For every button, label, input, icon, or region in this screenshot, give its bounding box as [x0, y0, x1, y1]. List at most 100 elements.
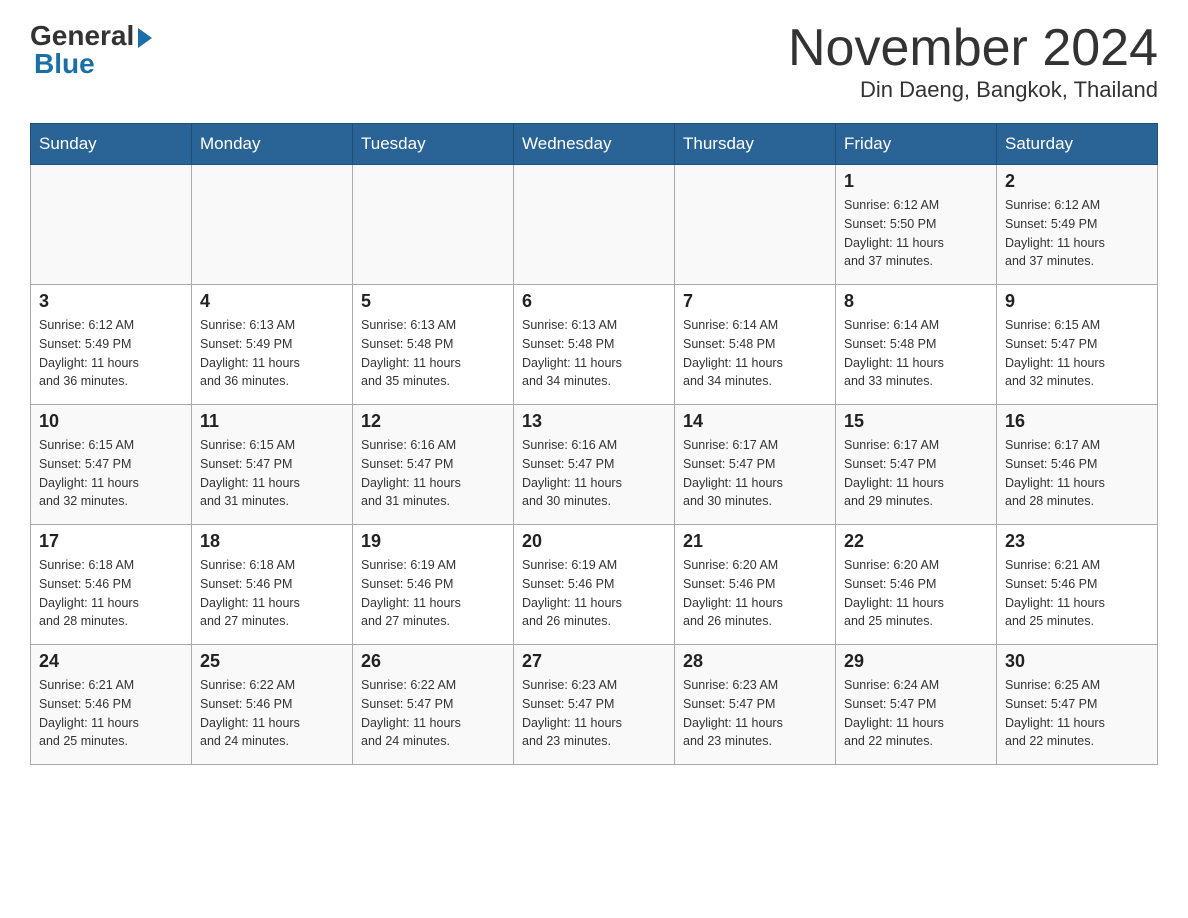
calendar-cell: 10Sunrise: 6:15 AMSunset: 5:47 PMDayligh…: [31, 405, 192, 525]
day-info: Sunrise: 6:18 AMSunset: 5:46 PMDaylight:…: [39, 556, 183, 631]
weekday-header-saturday: Saturday: [997, 124, 1158, 165]
day-info: Sunrise: 6:13 AMSunset: 5:48 PMDaylight:…: [361, 316, 505, 391]
day-info: Sunrise: 6:24 AMSunset: 5:47 PMDaylight:…: [844, 676, 988, 751]
day-number: 16: [1005, 411, 1149, 432]
day-info: Sunrise: 6:22 AMSunset: 5:46 PMDaylight:…: [200, 676, 344, 751]
day-info: Sunrise: 6:12 AMSunset: 5:49 PMDaylight:…: [39, 316, 183, 391]
page-header: General Blue November 2024 Din Daeng, Ba…: [30, 20, 1158, 103]
day-number: 21: [683, 531, 827, 552]
day-info: Sunrise: 6:23 AMSunset: 5:47 PMDaylight:…: [683, 676, 827, 751]
day-number: 28: [683, 651, 827, 672]
day-number: 27: [522, 651, 666, 672]
day-number: 3: [39, 291, 183, 312]
day-number: 18: [200, 531, 344, 552]
weekday-header-thursday: Thursday: [675, 124, 836, 165]
title-block: November 2024 Din Daeng, Bangkok, Thaila…: [788, 20, 1158, 103]
calendar-cell: 1 Sunrise: 6:12 AMSunset: 5:50 PMDaylight…: [836, 165, 997, 285]
calendar-cell: 19 Sunrise: 6:19 AMSunset: 5:46 PMDayligh…: [353, 525, 514, 645]
calendar-week-3: 10Sunrise: 6:15 AMSunset: 5:47 PMDayligh…: [31, 405, 1158, 525]
day-info: Sunrise: 6:22 AMSunset: 5:47 PMDaylight:…: [361, 676, 505, 751]
day-info: Sunrise: 6:15 AMSunset: 5:47 PMDaylight:…: [39, 436, 183, 511]
day-info: Sunrise: 6:20 AMSunset: 5:46 PMDaylight:…: [683, 556, 827, 631]
day-info: Sunrise: 6:25 AMSunset: 5:47 PMDaylight:…: [1005, 676, 1149, 751]
day-number: 5: [361, 291, 505, 312]
calendar-cell: 27 Sunrise: 6:23 AMSunset: 5:47 PMDayligh…: [514, 645, 675, 765]
day-number: 1: [844, 171, 988, 192]
day-info: Sunrise: 6:12 AMSunset: 5:50 PMDaylight:…: [844, 196, 988, 271]
calendar-cell: 22 Sunrise: 6:20 AMSunset: 5:46 PMDayligh…: [836, 525, 997, 645]
calendar-cell: 18 Sunrise: 6:18 AMSunset: 5:46 PMDayligh…: [192, 525, 353, 645]
logo-arrow-icon: [138, 28, 152, 48]
weekday-header-sunday: Sunday: [31, 124, 192, 165]
day-info: Sunrise: 6:14 AMSunset: 5:48 PMDaylight:…: [844, 316, 988, 391]
day-number: 2: [1005, 171, 1149, 192]
calendar-cell: 23 Sunrise: 6:21 AMSunset: 5:46 PMDayligh…: [997, 525, 1158, 645]
day-number: 30: [1005, 651, 1149, 672]
calendar-cell: [31, 165, 192, 285]
calendar-cell: [353, 165, 514, 285]
calendar-cell: 5 Sunrise: 6:13 AMSunset: 5:48 PMDaylight…: [353, 285, 514, 405]
day-info: Sunrise: 6:15 AMSunset: 5:47 PMDaylight:…: [1005, 316, 1149, 391]
calendar-table: SundayMondayTuesdayWednesdayThursdayFrid…: [30, 123, 1158, 765]
logo: General Blue: [30, 20, 152, 80]
location-subtitle: Din Daeng, Bangkok, Thailand: [788, 77, 1158, 103]
day-number: 20: [522, 531, 666, 552]
calendar-cell: [192, 165, 353, 285]
calendar-cell: 13 Sunrise: 6:16 AMSunset: 5:47 PMDayligh…: [514, 405, 675, 525]
day-info: Sunrise: 6:21 AMSunset: 5:46 PMDaylight:…: [1005, 556, 1149, 631]
day-number: 24: [39, 651, 183, 672]
day-number: 13: [522, 411, 666, 432]
day-info: Sunrise: 6:18 AMSunset: 5:46 PMDaylight:…: [200, 556, 344, 631]
calendar-cell: 11Sunrise: 6:15 AMSunset: 5:47 PMDayligh…: [192, 405, 353, 525]
calendar-cell: 30 Sunrise: 6:25 AMSunset: 5:47 PMDayligh…: [997, 645, 1158, 765]
day-info: Sunrise: 6:14 AMSunset: 5:48 PMDaylight:…: [683, 316, 827, 391]
day-number: 23: [1005, 531, 1149, 552]
calendar-cell: 21 Sunrise: 6:20 AMSunset: 5:46 PMDayligh…: [675, 525, 836, 645]
calendar-cell: 4 Sunrise: 6:13 AMSunset: 5:49 PMDaylight…: [192, 285, 353, 405]
day-info: Sunrise: 6:17 AMSunset: 5:47 PMDaylight:…: [844, 436, 988, 511]
day-info: Sunrise: 6:20 AMSunset: 5:46 PMDaylight:…: [844, 556, 988, 631]
calendar-cell: 3 Sunrise: 6:12 AMSunset: 5:49 PMDaylight…: [31, 285, 192, 405]
day-info: Sunrise: 6:13 AMSunset: 5:48 PMDaylight:…: [522, 316, 666, 391]
calendar-cell: 2Sunrise: 6:12 AMSunset: 5:49 PMDaylight…: [997, 165, 1158, 285]
calendar-cell: 28 Sunrise: 6:23 AMSunset: 5:47 PMDayligh…: [675, 645, 836, 765]
day-number: 29: [844, 651, 988, 672]
day-number: 14: [683, 411, 827, 432]
calendar-cell: 17 Sunrise: 6:18 AMSunset: 5:46 PMDayligh…: [31, 525, 192, 645]
weekday-header-wednesday: Wednesday: [514, 124, 675, 165]
day-number: 17: [39, 531, 183, 552]
day-info: Sunrise: 6:15 AMSunset: 5:47 PMDaylight:…: [200, 436, 344, 511]
month-title: November 2024: [788, 20, 1158, 77]
calendar-week-2: 3 Sunrise: 6:12 AMSunset: 5:49 PMDaylight…: [31, 285, 1158, 405]
day-number: 4: [200, 291, 344, 312]
logo-blue-text: Blue: [30, 48, 95, 80]
calendar-week-1: 1 Sunrise: 6:12 AMSunset: 5:50 PMDaylight…: [31, 165, 1158, 285]
day-info: Sunrise: 6:23 AMSunset: 5:47 PMDaylight:…: [522, 676, 666, 751]
day-info: Sunrise: 6:19 AMSunset: 5:46 PMDaylight:…: [361, 556, 505, 631]
day-number: 22: [844, 531, 988, 552]
day-info: Sunrise: 6:16 AMSunset: 5:47 PMDaylight:…: [361, 436, 505, 511]
day-info: Sunrise: 6:13 AMSunset: 5:49 PMDaylight:…: [200, 316, 344, 391]
calendar-week-4: 17 Sunrise: 6:18 AMSunset: 5:46 PMDayligh…: [31, 525, 1158, 645]
calendar-cell: 14Sunrise: 6:17 AMSunset: 5:47 PMDayligh…: [675, 405, 836, 525]
day-number: 7: [683, 291, 827, 312]
day-number: 19: [361, 531, 505, 552]
day-number: 25: [200, 651, 344, 672]
calendar-cell: 8 Sunrise: 6:14 AMSunset: 5:48 PMDaylight…: [836, 285, 997, 405]
weekday-header-monday: Monday: [192, 124, 353, 165]
calendar-cell: [514, 165, 675, 285]
weekday-header-row: SundayMondayTuesdayWednesdayThursdayFrid…: [31, 124, 1158, 165]
day-info: Sunrise: 6:19 AMSunset: 5:46 PMDaylight:…: [522, 556, 666, 631]
weekday-header-tuesday: Tuesday: [353, 124, 514, 165]
day-number: 15: [844, 411, 988, 432]
calendar-cell: 6Sunrise: 6:13 AMSunset: 5:48 PMDaylight…: [514, 285, 675, 405]
weekday-header-friday: Friday: [836, 124, 997, 165]
calendar-week-5: 24Sunrise: 6:21 AMSunset: 5:46 PMDayligh…: [31, 645, 1158, 765]
calendar-cell: 16Sunrise: 6:17 AMSunset: 5:46 PMDayligh…: [997, 405, 1158, 525]
calendar-cell: 26Sunrise: 6:22 AMSunset: 5:47 PMDayligh…: [353, 645, 514, 765]
calendar-cell: [675, 165, 836, 285]
calendar-cell: 12Sunrise: 6:16 AMSunset: 5:47 PMDayligh…: [353, 405, 514, 525]
day-number: 8: [844, 291, 988, 312]
day-info: Sunrise: 6:16 AMSunset: 5:47 PMDaylight:…: [522, 436, 666, 511]
calendar-cell: 24Sunrise: 6:21 AMSunset: 5:46 PMDayligh…: [31, 645, 192, 765]
